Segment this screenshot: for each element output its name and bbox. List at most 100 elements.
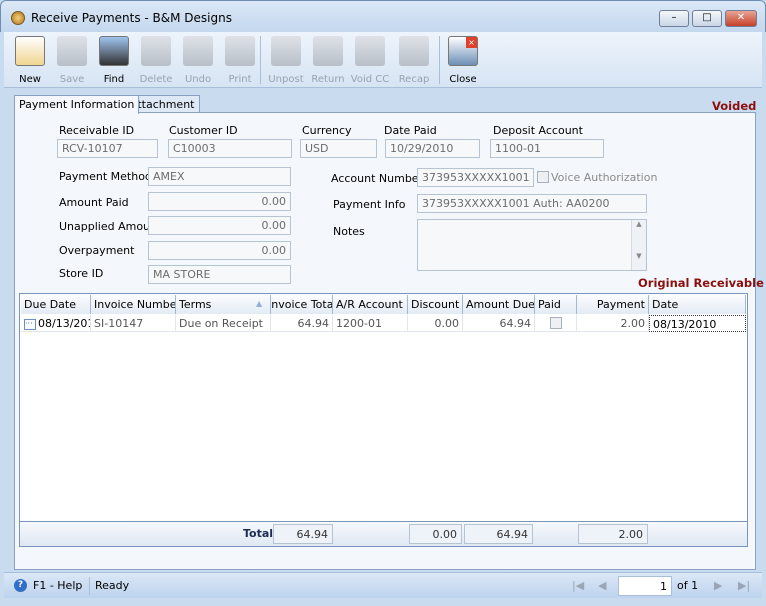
- customer-id-label: Customer ID: [169, 124, 238, 137]
- title-bar: Receive Payments - B&M Designs – □ ✕: [0, 0, 766, 32]
- cell-paid[interactable]: [535, 315, 577, 332]
- notes-scrollbar[interactable]: ▲ ▼: [631, 220, 646, 270]
- help-icon[interactable]: ?: [14, 579, 27, 592]
- account-number-field[interactable]: 373953XXXXX1001: [417, 168, 534, 187]
- date-paid-label: Date Paid: [384, 124, 437, 137]
- total-amount-due: 64.94: [464, 524, 533, 544]
- column-header-invoice-total[interactable]: Invoice Total: [271, 295, 333, 314]
- maximize-button[interactable]: □: [692, 10, 722, 27]
- toolbar: New Save Find Delete Undo Print Unpost Return Vo…: [4, 32, 762, 88]
- cell-amount-due[interactable]: 64.94: [463, 315, 535, 332]
- original-receivable-label: Original Receivable: [638, 276, 764, 290]
- previous-page-icon[interactable]: ◀: [598, 579, 606, 592]
- payment-method-field[interactable]: AMEX: [148, 167, 291, 186]
- column-header-invoice-number[interactable]: Invoice Number: [91, 295, 176, 314]
- toolbar-label: Void CC: [350, 74, 390, 85]
- notes-textarea[interactable]: [417, 219, 647, 271]
- column-header-date[interactable]: Date: [649, 295, 746, 314]
- close-window-icon: ×: [448, 36, 478, 66]
- new-button[interactable]: New: [10, 34, 50, 86]
- amount-paid-field[interactable]: 0.00: [148, 192, 291, 211]
- last-page-icon[interactable]: ▶|: [738, 579, 750, 592]
- payment-info-label: Payment Info: [333, 198, 406, 211]
- store-id-field[interactable]: MA STORE: [148, 265, 291, 284]
- paid-checkbox[interactable]: [549, 317, 562, 329]
- toolbar-label: Undo: [184, 74, 212, 85]
- store-id-label: Store ID: [59, 267, 104, 280]
- ellipsis-button[interactable]: ···: [24, 318, 36, 330]
- overpayment-field[interactable]: 0.00: [148, 241, 291, 260]
- column-header-paid[interactable]: Paid: [535, 295, 577, 314]
- cell-discount[interactable]: 0.00: [408, 315, 463, 332]
- cell-terms[interactable]: Due on Receipt: [176, 315, 271, 332]
- close-button[interactable]: × Close: [443, 34, 483, 86]
- toolbar-separator: [439, 36, 440, 84]
- close-window-button[interactable]: ✕: [725, 10, 757, 27]
- help-label[interactable]: F1 - Help: [33, 579, 82, 592]
- unpost-button[interactable]: Unpost: [266, 34, 306, 86]
- currency-field[interactable]: USD: [300, 139, 377, 158]
- cell-payment[interactable]: 2.00: [577, 315, 649, 332]
- voice-authorization-label: Voice Authorization: [551, 171, 658, 184]
- due-date-text: 08/13/2010: [38, 317, 90, 330]
- cell-ar-account[interactable]: 1200-01: [333, 315, 408, 332]
- receivable-id-label: Receivable ID: [59, 124, 135, 137]
- return-icon: [313, 36, 343, 66]
- voice-authorization-checkbox[interactable]: [537, 171, 549, 183]
- toolbar-label: Close: [449, 74, 477, 85]
- tab-payment-information[interactable]: Payment Information: [14, 95, 140, 114]
- sort-ascending-icon: ▲: [256, 299, 263, 308]
- receivable-id-field[interactable]: RCV-10107: [57, 139, 158, 158]
- payment-method-label: Payment Method: [59, 170, 152, 183]
- printer-icon: [225, 36, 255, 66]
- page-number-input[interactable]: 1: [618, 576, 672, 596]
- total-invoice-total: 64.94: [273, 524, 333, 544]
- toolbar-label: Print: [228, 74, 252, 85]
- total-discount: 0.00: [409, 524, 462, 544]
- find-button[interactable]: Find: [94, 34, 134, 86]
- toolbar-label: Delete: [139, 74, 173, 85]
- delete-button[interactable]: Delete: [136, 34, 176, 86]
- amount-paid-label: Amount Paid: [59, 196, 129, 209]
- deposit-account-label: Deposit Account: [493, 124, 583, 137]
- first-page-icon[interactable]: |◀: [572, 579, 584, 592]
- currency-label: Currency: [302, 124, 352, 137]
- invoice-grid: Due Date Invoice Number Terms ▲ Invoice Tota…: [19, 293, 748, 547]
- customer-id-field[interactable]: C10003: [168, 139, 292, 158]
- overpayment-label: Overpayment: [59, 244, 135, 257]
- cell-date[interactable]: 08/13/2010: [649, 315, 746, 332]
- deposit-account-field[interactable]: 1100-01: [490, 139, 604, 158]
- void-cc-button[interactable]: Void CC: [350, 34, 390, 86]
- column-header-amount-due[interactable]: Amount Due: [463, 295, 535, 314]
- recap-button[interactable]: Recap: [394, 34, 434, 86]
- undo-button[interactable]: Undo: [178, 34, 218, 86]
- next-page-icon[interactable]: ▶: [714, 579, 722, 592]
- payment-info-field[interactable]: 373953XXXXX1001 Auth: AA0200: [417, 194, 647, 213]
- page-count: of 1: [677, 579, 699, 592]
- undo-arrow-icon: [183, 36, 213, 66]
- cell-invoice-total[interactable]: 64.94: [271, 315, 333, 332]
- status-bar: ? F1 - Help Ready |◀ ◀ 1 of 1 ▶ ▶|: [4, 572, 762, 598]
- minimize-button[interactable]: –: [659, 10, 689, 27]
- column-header-payment[interactable]: Payment: [577, 295, 649, 314]
- app-icon[interactable]: [11, 11, 25, 25]
- grid-totals-row: Total 64.94 0.00 64.94 2.00: [20, 521, 747, 546]
- return-button[interactable]: Return: [308, 34, 348, 86]
- column-header-discount[interactable]: Discount: [408, 295, 463, 314]
- total-payment: 2.00: [578, 524, 648, 544]
- unapplied-amount-field[interactable]: 0.00: [148, 216, 291, 235]
- column-header-ar-account[interactable]: A/R Account: [333, 295, 408, 314]
- toolbar-label: Recap: [398, 74, 430, 85]
- new-document-icon: [15, 36, 45, 66]
- recap-icon: [399, 36, 429, 66]
- cell-invoice-number[interactable]: SI-10147: [91, 315, 176, 332]
- cell-due-date[interactable]: ···08/13/2010: [21, 315, 91, 332]
- recycle-bin-icon: [141, 36, 171, 66]
- save-button[interactable]: Save: [52, 34, 92, 86]
- print-button[interactable]: Print: [220, 34, 260, 86]
- column-header-due-date[interactable]: Due Date: [21, 295, 91, 314]
- toolbar-label: Return: [311, 74, 345, 85]
- date-paid-field[interactable]: 10/29/2010: [385, 139, 480, 158]
- account-number-label: Account Number: [331, 172, 424, 185]
- unpost-icon: [271, 36, 301, 66]
